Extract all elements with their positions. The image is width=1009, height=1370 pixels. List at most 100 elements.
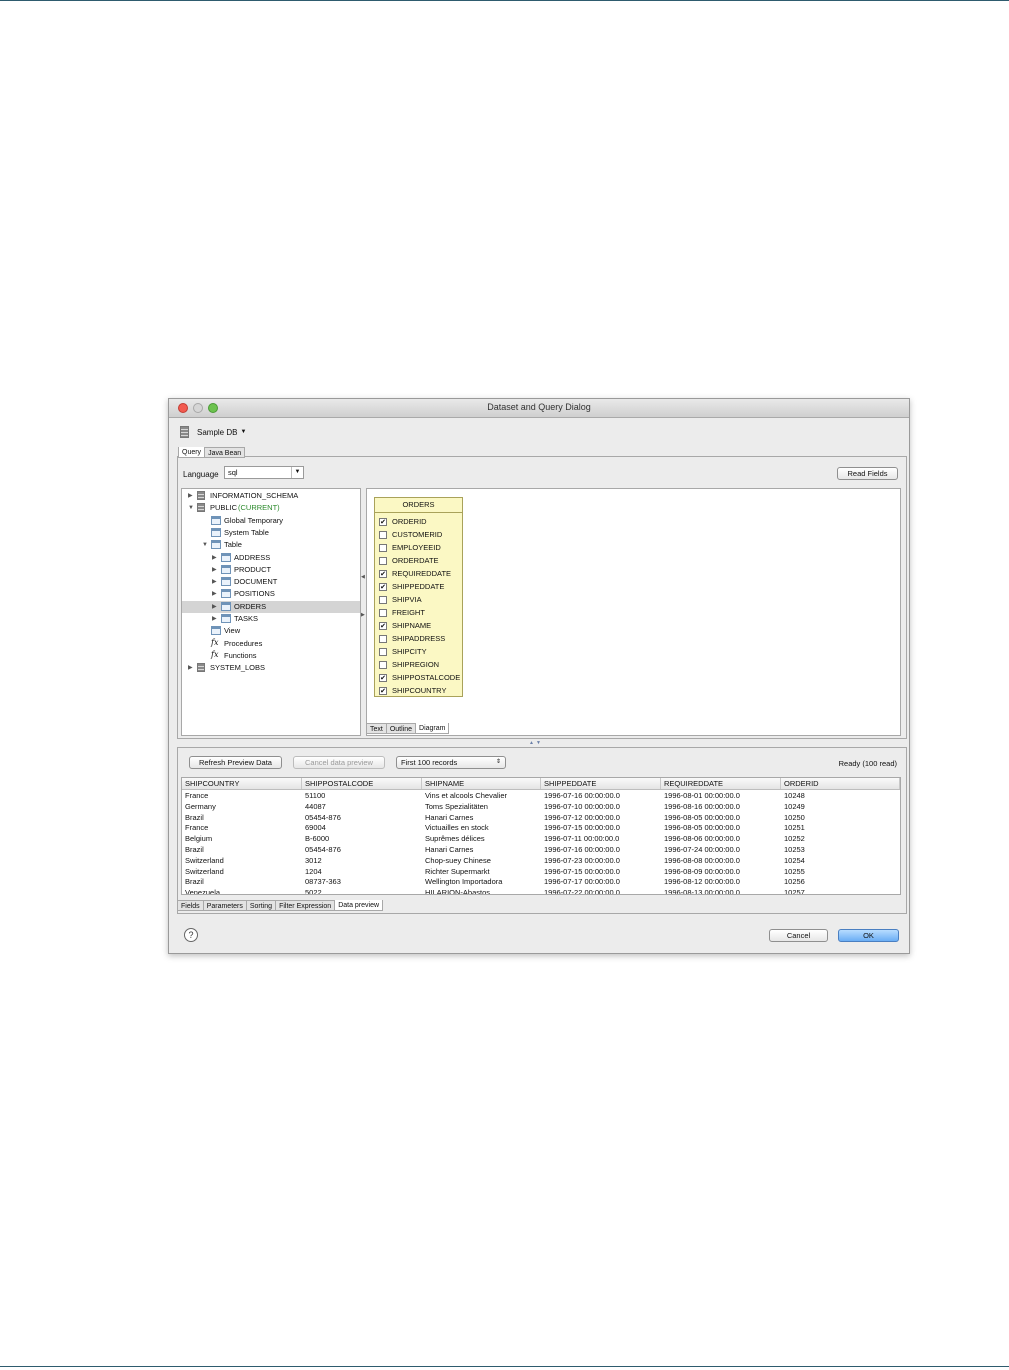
entity-field[interactable]: FREIGHT <box>379 606 425 619</box>
collapsed-twisty-icon[interactable]: ▶ <box>212 588 217 600</box>
tab-sorting[interactable]: Sorting <box>245 900 276 911</box>
schema-tree[interactable]: ▶ INFORMATION_SCHEMA ▼ PUBLIC (CURRENT) Globa… <box>181 488 361 736</box>
table-row[interactable]: Brazil 05454-876 Hanari Carnes 1996-07-12 0… <box>182 812 900 823</box>
cancel-button[interactable]: Cancel <box>769 929 828 942</box>
collapsed-twisty-icon[interactable]: ▶ <box>212 564 217 576</box>
refresh-preview-button[interactable]: Refresh Preview Data <box>189 756 282 769</box>
tab-data-preview[interactable]: Data preview <box>334 900 384 911</box>
entity-field[interactable]: SHIPREGION <box>379 658 439 671</box>
expanded-twisty-icon[interactable]: ▼ <box>188 502 194 514</box>
table-row[interactable]: France 51100 Vins et alcools Chevalier 1996… <box>182 790 900 801</box>
read-fields-button[interactable]: Read Fields <box>837 467 898 480</box>
tab-fields[interactable]: Fields <box>177 900 203 911</box>
language-select[interactable]: sql ▼ <box>224 466 304 479</box>
entity-field[interactable]: ✔ SHIPPOSTALCODE <box>379 671 460 684</box>
tree-item[interactable]: ▶ SYSTEM_LOBS <box>182 662 360 674</box>
collapsed-twisty-icon[interactable]: ▶ <box>212 613 217 625</box>
table-row[interactable]: France 69004 Victuailles en stock 1996-07-1… <box>182 822 900 833</box>
cancel-preview-button[interactable]: Cancel data preview <box>293 756 385 769</box>
records-limit-select[interactable]: First 100 records ⇕ <box>396 756 506 769</box>
table-cell: Germany <box>185 801 216 811</box>
unchecked-checkbox[interactable] <box>379 530 387 539</box>
collapse-left-icon[interactable]: ◀ <box>361 574 365 580</box>
entity-field[interactable]: ✔ REQUIREDDATE <box>379 567 451 580</box>
datasource-selector[interactable]: Sample DB ▼ <box>180 425 246 439</box>
entity-field[interactable]: ORDERDATE <box>379 554 439 567</box>
entity-field[interactable]: ✔ SHIPPEDDATE <box>379 580 444 593</box>
table-row[interactable]: Switzerland 3012 Chop-suey Chinese 1996-07-… <box>182 855 900 866</box>
entity-field[interactable]: ✔ ORDERID <box>379 515 427 528</box>
tree-item[interactable]: fx Functions <box>182 650 360 662</box>
unchecked-checkbox[interactable] <box>379 634 387 643</box>
column-header[interactable]: SHIPPEDDATE <box>541 778 661 789</box>
checked-checkbox[interactable]: ✔ <box>379 582 387 591</box>
orders-entity-box[interactable]: ORDERS ✔ ORDERID CUSTOMERID EMPLOYEEID ORDER… <box>374 497 463 697</box>
collapsed-twisty-icon[interactable]: ▶ <box>212 552 217 564</box>
column-header[interactable]: SHIPNAME <box>422 778 541 789</box>
unchecked-checkbox[interactable] <box>379 608 387 617</box>
entity-field-name: FREIGHT <box>392 608 425 617</box>
unchecked-checkbox[interactable] <box>379 556 387 565</box>
entity-field[interactable]: SHIPCITY <box>379 645 427 658</box>
tree-item[interactable]: ▶ ADDRESS <box>182 552 360 564</box>
column-header[interactable]: REQUIREDDATE <box>661 778 781 789</box>
tab-outline[interactable]: Outline <box>385 723 416 734</box>
tree-item[interactable]: ▶ INFORMATION_SCHEMA <box>182 490 360 502</box>
collapsed-twisty-icon[interactable]: ▶ <box>212 601 217 613</box>
query-diagram-canvas[interactable]: ORDERS ✔ ORDERID CUSTOMERID EMPLOYEEID ORDER… <box>366 488 901 736</box>
tree-item[interactable]: fx Procedures <box>182 638 360 650</box>
tree-item[interactable]: ▶ TASKS <box>182 613 360 625</box>
schema-icon <box>197 503 205 513</box>
expand-right-icon[interactable]: ▶ <box>361 612 365 618</box>
title-bar[interactable]: Dataset and Query Dialog <box>169 399 909 418</box>
table-row[interactable]: Germany 44087 Toms Spezialitäten 1996-07-10… <box>182 801 900 812</box>
entity-field[interactable]: SHIPVIA <box>379 593 422 606</box>
entity-field[interactable]: EMPLOYEEID <box>379 541 441 554</box>
table-row[interactable]: Venezuela 5022 HILARION-Abastos 1996-07-22 … <box>182 887 900 894</box>
unchecked-checkbox[interactable] <box>379 647 387 656</box>
ok-button[interactable]: OK <box>838 929 899 942</box>
entity-field[interactable]: ✔ SHIPCOUNTRY <box>379 684 446 697</box>
tab-filter-expression[interactable]: Filter Expression <box>275 900 335 911</box>
table-row[interactable]: Brazil 05454-876 Hanari Carnes 1996-07-16 0… <box>182 844 900 855</box>
checked-checkbox[interactable]: ✔ <box>379 569 387 578</box>
table-row[interactable]: Brazil 08737-363 Wellington Importadora 199… <box>182 876 900 887</box>
tree-item[interactable]: ▶ DOCUMENT <box>182 576 360 588</box>
collapsed-twisty-icon[interactable]: ▶ <box>212 576 217 588</box>
tab-java-bean[interactable]: Java Bean <box>204 447 246 458</box>
checked-checkbox[interactable]: ✔ <box>379 686 387 695</box>
tree-item[interactable]: ▼ PUBLIC (CURRENT) <box>182 502 360 514</box>
table-row[interactable]: Switzerland 1204 Richter Supermarkt 1996-07… <box>182 866 900 877</box>
collapsed-twisty-icon[interactable]: ▶ <box>188 490 193 502</box>
tree-item[interactable]: ▶ ORDERS <box>182 600 360 613</box>
unchecked-checkbox[interactable] <box>379 595 387 604</box>
preview-grid[interactable]: SHIPCOUNTRY SHIPPOSTALCODE SHIPNAME SHIPPED… <box>181 777 901 895</box>
tab-diagram[interactable]: Diagram <box>415 723 450 734</box>
entity-field[interactable]: ✔ SHIPNAME <box>379 619 431 632</box>
tree-item[interactable]: Global Temporary <box>182 515 360 527</box>
checked-checkbox[interactable]: ✔ <box>379 517 387 526</box>
entity-field[interactable]: SHIPADDRESS <box>379 632 445 645</box>
checked-checkbox[interactable]: ✔ <box>379 673 387 682</box>
column-header[interactable]: SHIPCOUNTRY <box>182 778 302 789</box>
tree-item[interactable]: ▶ POSITIONS <box>182 588 360 600</box>
column-header[interactable]: ORDERID <box>781 778 900 789</box>
tree-item[interactable]: ▶ PRODUCT <box>182 564 360 576</box>
entity-field[interactable]: CUSTOMERID <box>379 528 442 541</box>
checked-checkbox[interactable]: ✔ <box>379 621 387 630</box>
column-header[interactable]: SHIPPOSTALCODE <box>302 778 422 789</box>
help-icon[interactable]: ? <box>184 928 198 942</box>
table-row[interactable]: Belgium B-6000 Suprêmes délices 1996-07-11 … <box>182 833 900 844</box>
tab-parameters[interactable]: Parameters <box>202 900 246 911</box>
table-cell: Brazil <box>185 845 204 854</box>
expanded-twisty-icon[interactable]: ▼ <box>202 539 208 551</box>
unchecked-checkbox[interactable] <box>379 543 387 552</box>
tab-text[interactable]: Text <box>366 723 386 734</box>
tree-item[interactable]: System Table <box>182 527 360 539</box>
tree-item[interactable]: View <box>182 625 360 637</box>
collapsed-twisty-icon[interactable]: ▶ <box>188 662 193 674</box>
tree-item[interactable]: ▼ Table <box>182 539 360 551</box>
tab-query[interactable]: Query <box>178 447 205 458</box>
horizontal-splitter[interactable]: ▲▼ <box>529 740 543 746</box>
unchecked-checkbox[interactable] <box>379 660 387 669</box>
